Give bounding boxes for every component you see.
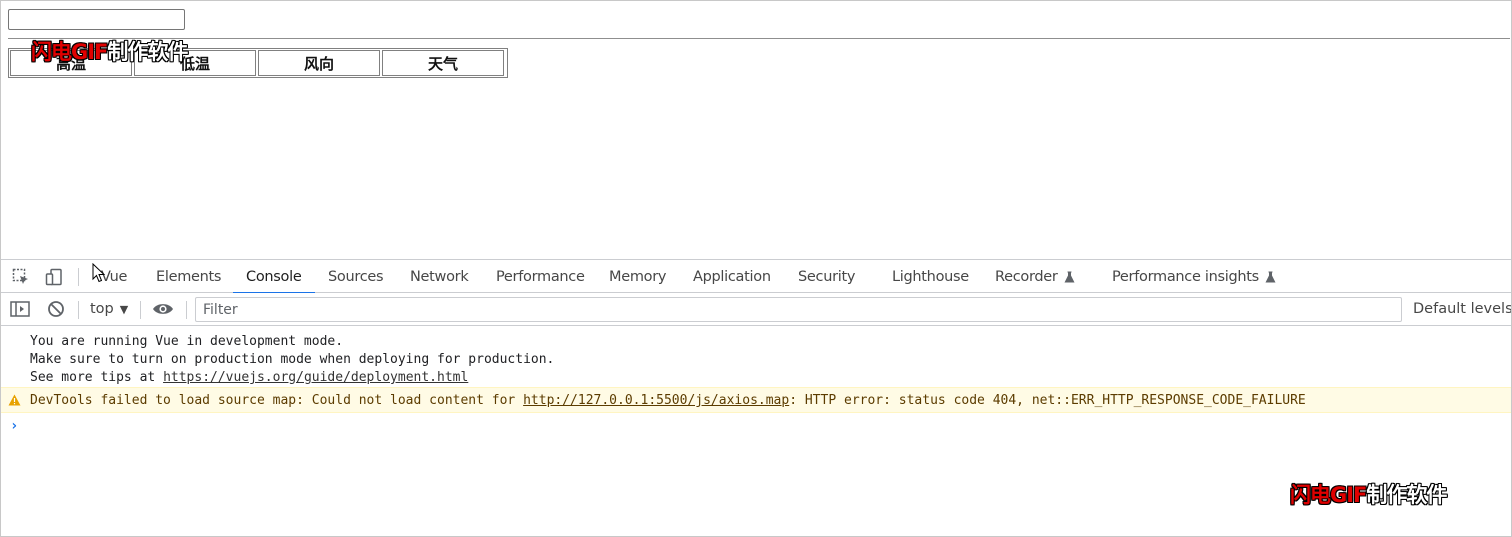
clear-console-icon[interactable] xyxy=(46,299,66,319)
console-prompt-icon[interactable]: › xyxy=(10,418,18,434)
vue-deployment-link[interactable]: https://vuejs.org/guide/deployment.html xyxy=(163,370,468,385)
log-levels-dropdown[interactable]: Default levels▼ xyxy=(1413,293,1512,326)
tab-performance-insights[interactable]: Performance insights xyxy=(1112,260,1276,293)
flask-icon xyxy=(1064,271,1075,283)
warning-message: DevTools failed to load source map: Coul… xyxy=(30,388,1306,413)
mouse-cursor-icon xyxy=(92,263,106,283)
watermark-red-text: 闪电GIF xyxy=(1290,483,1367,507)
browser-viewport: 高温 低温 风向 天气 闪电GIF制作软件 Vue Elements Conso… xyxy=(0,0,1512,537)
devtools-tabbar: Vue Elements Console Sources Network Per… xyxy=(1,259,1511,294)
console-warning-row: DevTools failed to load source map: Coul… xyxy=(1,387,1511,413)
log-levels-label: Default levels xyxy=(1413,301,1512,317)
tab-application[interactable]: Application xyxy=(693,260,771,293)
tab-security[interactable]: Security xyxy=(798,260,855,293)
watermark-white-text: 制作软件 xyxy=(107,40,188,64)
console-line: Make sure to turn on production mode whe… xyxy=(30,352,555,367)
device-toolbar-icon[interactable] xyxy=(44,267,64,287)
devtools-panel: Vue Elements Console Sources Network Per… xyxy=(1,259,1512,536)
show-sidebar-icon[interactable] xyxy=(10,299,30,319)
toolbar-separator xyxy=(78,268,79,286)
axios-map-link[interactable]: http://127.0.0.1:5500/js/axios.map xyxy=(523,393,789,408)
console-message-vue-info: You are running Vue in development mode.… xyxy=(30,333,554,387)
tab-elements[interactable]: Elements xyxy=(156,260,221,293)
inspect-element-icon[interactable] xyxy=(11,267,31,287)
horizontal-rule xyxy=(8,38,1510,39)
eye-icon[interactable] xyxy=(152,299,174,319)
warning-icon xyxy=(8,394,21,406)
watermark-white-text: 制作软件 xyxy=(1366,483,1447,507)
context-selector-label: top xyxy=(90,301,114,317)
tab-console[interactable]: Console xyxy=(232,260,317,294)
watermark-red-text: 闪电GIF xyxy=(31,40,108,64)
console-output: You are running Vue in development mode.… xyxy=(1,327,1511,536)
tab-recorder[interactable]: Recorder xyxy=(995,260,1075,293)
console-line: See more tips at https://vuejs.org/guide… xyxy=(30,369,554,387)
flask-icon xyxy=(1265,271,1276,283)
tab-memory[interactable]: Memory xyxy=(609,260,666,293)
city-input[interactable] xyxy=(8,9,185,30)
console-line: You are running Vue in development mode. xyxy=(30,334,344,349)
tab-performance-insights-label: Performance insights xyxy=(1112,269,1259,285)
toolbar-separator xyxy=(78,301,79,319)
tab-recorder-label: Recorder xyxy=(995,269,1058,285)
context-selector[interactable]: top ▼ xyxy=(90,293,128,326)
table-header-weather: 天气 xyxy=(382,50,504,76)
table-header-wind-direction: 风向 xyxy=(258,50,380,76)
tab-network[interactable]: Network xyxy=(410,260,469,293)
toolbar-separator xyxy=(140,301,141,319)
toolbar-separator xyxy=(186,301,187,319)
console-line-text: See more tips at xyxy=(30,370,164,385)
watermark-logo: 闪电GIF制作软件 xyxy=(1290,479,1447,509)
console-filter-input[interactable] xyxy=(195,297,1402,322)
warning-prefix: DevTools failed to load source map: Coul… xyxy=(30,393,524,408)
tab-sources[interactable]: Sources xyxy=(328,260,384,293)
tab-performance[interactable]: Performance xyxy=(496,260,585,293)
warning-suffix: : HTTP error: status code 404, net::ERR_… xyxy=(789,393,1306,408)
console-toolbar: top ▼ Default levels▼ xyxy=(1,293,1512,326)
chevron-down-icon: ▼ xyxy=(119,303,129,316)
tab-lighthouse[interactable]: Lighthouse xyxy=(892,260,969,293)
watermark-logo: 闪电GIF制作软件 xyxy=(31,36,188,66)
